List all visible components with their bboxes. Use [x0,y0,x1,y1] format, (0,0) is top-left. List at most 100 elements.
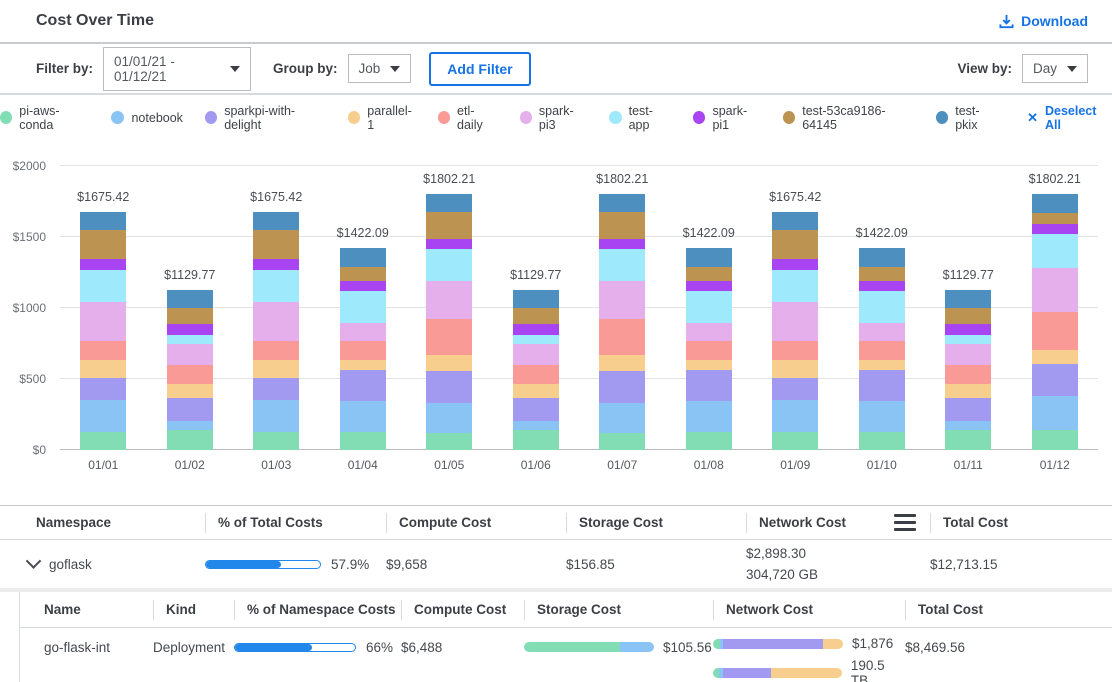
bar-segment-etl-daily[interactable] [426,319,472,355]
bar-segment-spark-pi1[interactable] [945,324,991,335]
group-by-select[interactable]: Job [348,54,412,83]
legend-item-parallel-1[interactable]: parallel-1 [348,104,416,132]
bar-segment-spark-pi1[interactable] [426,239,472,250]
bar-segment-test-pkix[interactable] [945,290,991,309]
bar-segment-test-app[interactable] [686,291,732,322]
stacked-bar-01/10[interactable] [859,248,905,450]
bar-segment-parallel-1[interactable] [599,355,645,371]
legend-item-test-app[interactable]: test-app [609,104,671,132]
bar-segment-notebook[interactable] [686,401,732,432]
bar-segment-spark-pi1[interactable] [1032,224,1078,234]
bar-segment-test-app[interactable] [513,335,559,344]
bar-segment-notebook[interactable] [599,403,645,433]
stacked-bar-01/09[interactable] [772,212,818,450]
bar-segment-notebook[interactable] [945,421,991,429]
bar-segment-pi-aws-conda[interactable] [599,433,645,450]
bar-segment-parallel-1[interactable] [80,360,126,378]
legend-item-test-pkix[interactable]: test-pkix [936,104,999,132]
date-range-select[interactable]: 01/01/21 - 01/12/21 [103,47,251,91]
menu-icon[interactable] [894,514,916,531]
bar-segment-notebook[interactable] [426,403,472,433]
bar-segment-etl-daily[interactable] [859,341,905,360]
bar-segment-parallel-1[interactable] [945,384,991,397]
stacked-bar-01/01[interactable] [80,212,126,450]
bar-segment-test-app[interactable] [859,291,905,322]
bar-segment-notebook[interactable] [513,421,559,429]
bar-segment-spark-pi3[interactable] [859,323,905,341]
bar-segment-etl-daily[interactable] [945,365,991,385]
legend-item-pi-aws-conda[interactable]: pi-aws-conda [0,104,89,132]
bar-segment-spark-pi3[interactable] [340,323,386,341]
bar-segment-test-53ca9186-64145[interactable] [340,267,386,281]
view-by-select[interactable]: Day [1022,54,1088,83]
bar-segment-spark-pi1[interactable] [772,259,818,270]
col-compute[interactable]: Compute Cost [386,513,566,533]
deselect-all-button[interactable]: ✕ Deselect All [1027,104,1112,132]
bar-segment-pi-aws-conda[interactable] [686,432,732,450]
bar-segment-spark-pi3[interactable] [945,344,991,364]
bar-segment-sparkpi-with-delight[interactable] [945,398,991,422]
legend-item-spark-pi1[interactable]: spark-pi1 [693,104,761,132]
bar-segment-notebook[interactable] [859,401,905,432]
bar-segment-test-app[interactable] [599,249,645,281]
stacked-bar-01/07[interactable] [599,194,645,450]
bar-segment-test-53ca9186-64145[interactable] [167,308,213,323]
stacked-bar-01/03[interactable] [253,212,299,450]
bar-segment-sparkpi-with-delight[interactable] [80,378,126,401]
bar-segment-test-53ca9186-64145[interactable] [686,267,732,281]
col-pct-total[interactable]: % of Total Costs [205,513,386,533]
bar-segment-pi-aws-conda[interactable] [859,432,905,450]
stacked-bar-01/04[interactable] [340,248,386,450]
legend-item-sparkpi-with-delight[interactable]: sparkpi-with-delight [205,104,326,132]
col-pct-namespace[interactable]: % of Namespace Costs [234,600,401,620]
bar-segment-etl-daily[interactable] [253,341,299,360]
bar-segment-test-pkix[interactable] [167,290,213,309]
col-kind[interactable]: Kind [153,600,234,620]
bar-segment-etl-daily[interactable] [599,319,645,355]
bar-segment-parallel-1[interactable] [859,360,905,370]
bar-segment-test-53ca9186-64145[interactable] [599,212,645,239]
bar-segment-sparkpi-with-delight[interactable] [686,370,732,401]
bar-segment-test-pkix[interactable] [772,212,818,230]
bar-segment-test-53ca9186-64145[interactable] [80,230,126,259]
bar-segment-test-app[interactable] [772,270,818,302]
col-total[interactable]: Total Cost [930,513,1096,533]
bar-segment-test-pkix[interactable] [80,212,126,230]
bar-segment-parallel-1[interactable] [167,384,213,397]
bar-segment-test-app[interactable] [945,335,991,344]
bar-segment-spark-pi3[interactable] [686,323,732,341]
col-total[interactable]: Total Cost [905,600,1112,620]
add-filter-button[interactable]: Add Filter [429,52,530,86]
stacked-bar-01/08[interactable] [686,248,732,450]
bar-segment-parallel-1[interactable] [772,360,818,378]
bar-segment-sparkpi-with-delight[interactable] [513,398,559,422]
bar-segment-pi-aws-conda[interactable] [167,430,213,450]
bar-segment-test-pkix[interactable] [599,194,645,211]
bar-segment-test-app[interactable] [426,249,472,281]
bar-segment-spark-pi3[interactable] [80,302,126,341]
bar-segment-etl-daily[interactable] [772,341,818,360]
bar-segment-spark-pi3[interactable] [253,302,299,341]
bar-segment-spark-pi1[interactable] [599,239,645,250]
bar-segment-test-pkix[interactable] [859,248,905,267]
stacked-bar-01/11[interactable] [945,290,991,450]
col-network[interactable]: Network Cost [746,513,930,533]
bar-segment-notebook[interactable] [167,421,213,429]
bar-segment-test-pkix[interactable] [686,248,732,267]
bar-segment-spark-pi1[interactable] [340,281,386,291]
bar-segment-test-app[interactable] [167,335,213,344]
bar-segment-spark-pi1[interactable] [80,259,126,270]
bar-segment-test-pkix[interactable] [1032,194,1078,213]
bar-segment-parallel-1[interactable] [1032,350,1078,363]
bar-segment-test-53ca9186-64145[interactable] [772,230,818,259]
bar-segment-spark-pi1[interactable] [686,281,732,291]
bar-segment-test-53ca9186-64145[interactable] [859,267,905,281]
bar-segment-sparkpi-with-delight[interactable] [340,370,386,401]
col-storage[interactable]: Storage Cost [524,600,713,620]
bar-segment-spark-pi1[interactable] [859,281,905,291]
bar-segment-test-app[interactable] [1032,234,1078,268]
bar-segment-test-53ca9186-64145[interactable] [1032,213,1078,224]
bar-segment-etl-daily[interactable] [167,365,213,385]
bar-segment-pi-aws-conda[interactable] [340,432,386,450]
bar-segment-spark-pi3[interactable] [426,281,472,319]
